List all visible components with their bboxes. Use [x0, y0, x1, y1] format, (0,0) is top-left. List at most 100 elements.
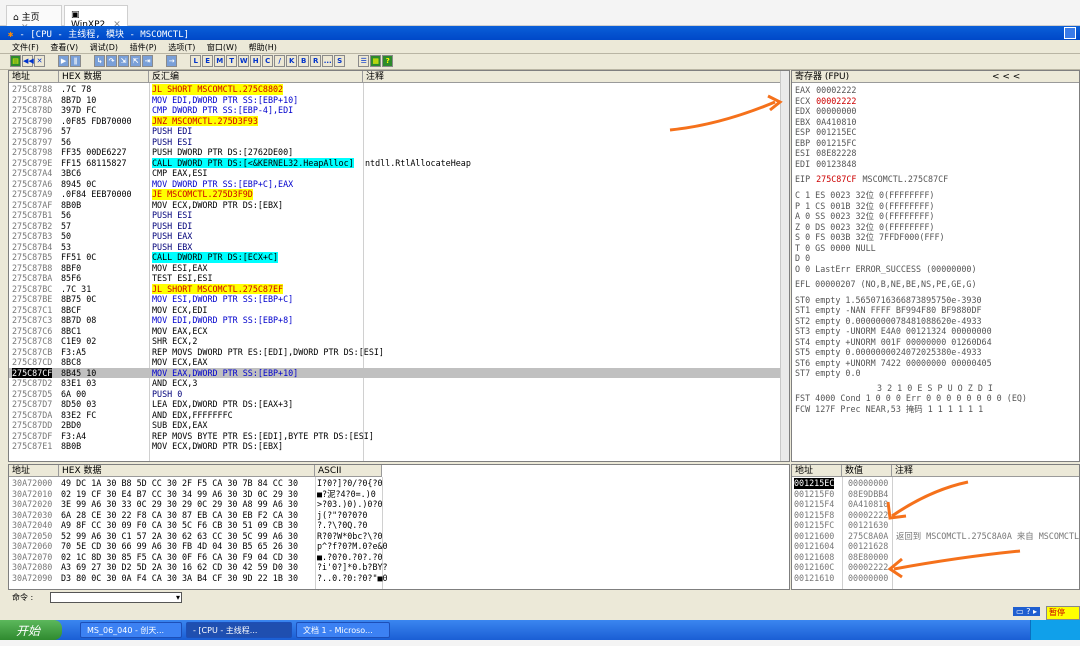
- toolbar-btn-dots[interactable]: ...: [322, 55, 334, 67]
- stack-header-address[interactable]: 地址: [792, 465, 842, 477]
- disasm-row[interactable]: 275C87D5 6A 00 PUSH 0: [9, 389, 782, 400]
- disasm-row[interactable]: 275C87DD 2BD0 SUB EDX,EAX: [9, 420, 782, 431]
- disasm-row[interactable]: 275C87C6 8BC1 MOV EAX,ECX: [9, 326, 782, 337]
- disasm-row[interactable]: 275C8798 FF35 00DE6227 PUSH DWORD PTR DS:[…: [9, 147, 782, 158]
- disasm-row[interactable]: 275C87CB F3:A5 REP MOVS DWORD PTR ES:[EDI]…: [9, 347, 782, 358]
- tab-home[interactable]: ⌂ 主页✕: [6, 5, 62, 33]
- toolbar-btn-B[interactable]: B: [298, 55, 310, 67]
- disasm-row[interactable]: 275C87DF F3:A4 REP MOVS BYTE PTR ES:[EDI],…: [9, 431, 782, 442]
- register-line[interactable]: ESP 001215EC: [795, 127, 856, 138]
- disasm-row[interactable]: 275C87C8 C1E9 02 SHR ECX,2: [9, 336, 782, 347]
- toolbar-btn-slash[interactable]: /: [274, 55, 286, 67]
- pause-icon[interactable]: ∥: [70, 55, 82, 67]
- col-header-comment[interactable]: 注释: [363, 71, 782, 83]
- stack-row[interactable]: 0012160C 00002222: [792, 562, 1079, 573]
- register-line[interactable]: ESI 08E82228: [795, 148, 856, 159]
- disasm-row[interactable]: 275C87CD 8BC8 MOV ECX,EAX: [9, 357, 782, 368]
- minimize-button[interactable]: [1064, 27, 1076, 39]
- toolbar-btn-R[interactable]: R: [310, 55, 322, 67]
- open-icon[interactable]: ▤: [10, 55, 21, 67]
- help-icon[interactable]: ?: [382, 55, 394, 67]
- register-line[interactable]: EBX 0A410810: [795, 117, 856, 128]
- start-button[interactable]: 开始: [0, 620, 62, 640]
- register-line[interactable]: ECX 00002222: [795, 96, 856, 107]
- menu-help[interactable]: 帮助(H): [249, 43, 277, 52]
- toolbar-btn-S[interactable]: S: [334, 55, 346, 67]
- disasm-row[interactable]: 275C87CF 8B45 10 MOV EAX,DWORD PTR SS:[EBP…: [9, 367, 782, 378]
- disasm-row[interactable]: 275C87DA 83E2 FC AND EDX,FFFFFFFC: [9, 410, 782, 421]
- stack-row[interactable]: 001215F0 08E9DBB4: [792, 489, 1079, 500]
- chevron-down-icon[interactable]: ▾: [176, 593, 180, 602]
- menu-window[interactable]: 窗口(W): [207, 43, 237, 52]
- disasm-row[interactable]: 275C87B5 FF51 0C CALL DWORD PTR DS:[ECX+C]: [9, 252, 782, 263]
- toolbar-btn-W[interactable]: W: [238, 55, 250, 67]
- col-header-disasm[interactable]: 反汇编: [149, 71, 363, 83]
- disasm-row[interactable]: 275C87BC .7C 31 JL SHORT MSCOMCTL.275C87EF: [9, 283, 782, 294]
- stack-row[interactable]: 001215F4 0A410810: [792, 499, 1079, 510]
- disasm-row[interactable]: 275C87A4 3BC6 CMP EAX,ESI: [9, 168, 782, 179]
- list-icon[interactable]: ☰: [358, 55, 370, 67]
- stack-row[interactable]: 00121604 00121628: [792, 541, 1079, 552]
- trace-over-icon[interactable]: ⇱: [130, 55, 142, 67]
- toolbar-btn-K[interactable]: K: [286, 55, 298, 67]
- disassembly-pane[interactable]: 地址 HEX 数据 反汇编 注释 275C8788 .7C 78 JL SHORT …: [8, 70, 790, 462]
- register-line[interactable]: EDI 00123848: [795, 159, 856, 170]
- trace-into-icon[interactable]: ⇲: [118, 55, 130, 67]
- registers-pane[interactable]: 寄存器 (FPU) < < < EAX 00002222 ECX 00002222 EDX…: [791, 70, 1080, 462]
- register-line[interactable]: EBP 001215FC: [795, 138, 856, 149]
- run-icon[interactable]: ▶: [58, 55, 70, 67]
- toolbar-btn-L[interactable]: L: [190, 55, 202, 67]
- stack-row[interactable]: 001215F8 00002222: [792, 510, 1079, 521]
- disasm-row[interactable]: 275C879E FF15 68115827 CALL DWORD PTR DS:[…: [9, 157, 782, 168]
- dump-header-hex[interactable]: HEX 数据: [59, 465, 315, 477]
- disasm-row[interactable]: 275C87C1 8BCF MOV ECX,EDI: [9, 305, 782, 316]
- menu-plugins[interactable]: 插件(P): [130, 43, 157, 52]
- toolbar-btn-H[interactable]: H: [250, 55, 262, 67]
- stack-row[interactable]: 00121600 275C8A0A 返回到 MSCOMCTL.275C8A0A 来自…: [792, 531, 1079, 542]
- disasm-row[interactable]: 275C8797 56 PUSH ESI: [9, 137, 782, 148]
- disasm-row[interactable]: 275C87B2 57 PUSH EDI: [9, 221, 782, 232]
- stack-row[interactable]: 001215FC 00121630: [792, 520, 1079, 531]
- close-icon[interactable]: ✕: [34, 55, 45, 67]
- disasm-row[interactable]: 275C87A9 .0F84 EEB70000 JE MSCOMCTL.275D3F…: [9, 189, 782, 200]
- restart-icon[interactable]: ◀◀: [22, 55, 34, 67]
- col-header-address[interactable]: 地址: [9, 71, 59, 83]
- disasm-row[interactable]: 275C87BE 8B75 0C MOV ESI,DWORD PTR SS:[EBP…: [9, 294, 782, 305]
- disasm-row[interactable]: 275C87B4 53 PUSH EBX: [9, 242, 782, 253]
- step-over-icon[interactable]: ↷: [106, 55, 118, 67]
- menu-debug[interactable]: 调试(D): [90, 43, 118, 52]
- disasm-row[interactable]: 275C87D2 83E1 03 AND ECX,3: [9, 378, 782, 389]
- dump-pane[interactable]: 地址 HEX 数据 ASCII 30A72000 49 DC 1A 30 B8 5…: [8, 464, 790, 590]
- grid-icon[interactable]: ▦: [370, 55, 382, 67]
- menu-options[interactable]: 选项(T): [168, 43, 195, 52]
- goto-icon[interactable]: →: [166, 55, 178, 67]
- disasm-row[interactable]: 275C8788 .7C 78 JL SHORT MSCOMCTL.275C8802: [9, 84, 782, 95]
- toolbar-btn-M[interactable]: M: [214, 55, 226, 67]
- task-word-doc[interactable]: 文档 1 - Microso...: [296, 622, 390, 638]
- toolbar-btn-C[interactable]: C: [262, 55, 274, 67]
- menu-view[interactable]: 查看(V): [50, 43, 78, 52]
- command-input[interactable]: ▾: [50, 592, 182, 603]
- disasm-row[interactable]: 275C87B3 50 PUSH EAX: [9, 231, 782, 242]
- toolbar-btn-E[interactable]: E: [202, 55, 214, 67]
- register-line[interactable]: EAX 00002222: [795, 85, 856, 96]
- disasm-row[interactable]: 275C87BA 85F6 TEST ESI,ESI: [9, 273, 782, 284]
- stack-row[interactable]: 00121610 00000000: [792, 573, 1079, 584]
- stack-row[interactable]: 001215EC 00000000: [792, 478, 1079, 489]
- disasm-row[interactable]: 275C878A 8B7D 10 MOV EDI,DWORD PTR SS:[EBP…: [9, 95, 782, 106]
- task-ollydbg[interactable]: - [CPU - 主线程...: [186, 622, 292, 638]
- stack-header-value[interactable]: 数值: [842, 465, 892, 477]
- task-ms06040[interactable]: MS_06_040 - 创天...: [80, 622, 182, 638]
- dump-header-address[interactable]: 地址: [9, 465, 59, 477]
- col-header-hex[interactable]: HEX 数据: [59, 71, 149, 83]
- step-into-icon[interactable]: ↳: [94, 55, 106, 67]
- disasm-row[interactable]: 275C8796 57 PUSH EDI: [9, 126, 782, 137]
- register-line[interactable]: EDX 00000000: [795, 106, 856, 117]
- disasm-row[interactable]: 275C87E1 8B0B MOV ECX,DWORD PTR DS:[EBX]: [9, 441, 782, 452]
- disasm-row[interactable]: 275C87A6 8945 0C MOV DWORD PTR SS:[EBP+C],…: [9, 179, 782, 190]
- eip-line[interactable]: EIP 275C87CF MSCOMCTL.275C87CF: [795, 174, 948, 185]
- disasm-row[interactable]: 275C87B1 56 PUSH ESI: [9, 210, 782, 221]
- tray-icons[interactable]: ▭ ? ▸: [1013, 607, 1040, 616]
- stack-header-comment[interactable]: 注释: [892, 465, 1079, 477]
- disasm-row[interactable]: 275C878D 397D FC CMP DWORD PTR SS:[EBP-4],…: [9, 105, 782, 116]
